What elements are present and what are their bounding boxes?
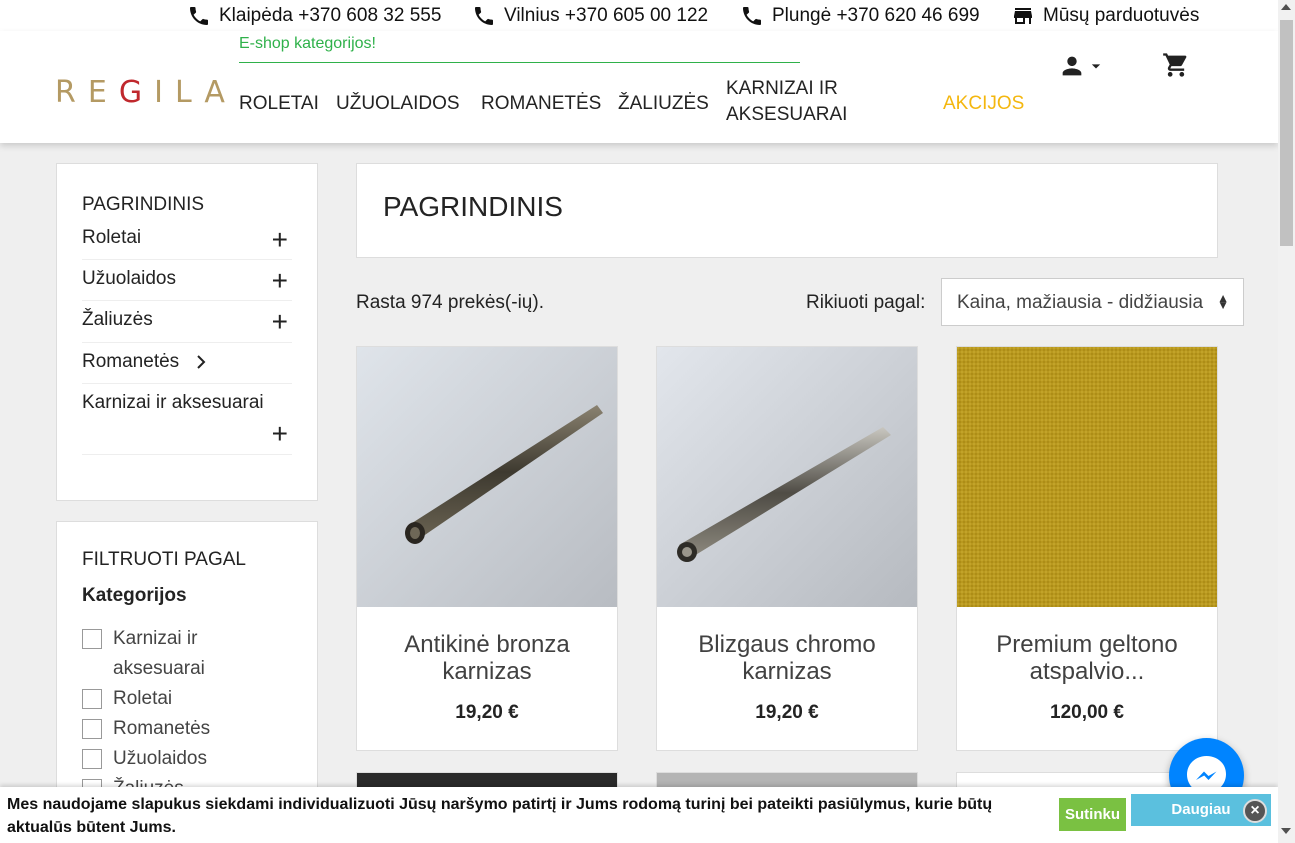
contact-vilnius[interactable]: Vilnius +370 605 00 122 [472,4,708,28]
logo-letter: R [55,75,88,110]
site-header: REGILA E-shop kategorijos! ROLETAI UŽUOL… [0,31,1278,143]
logo-letter: I [154,75,175,110]
page-title: PAGRINDINIS [383,191,563,222]
sidebar-item-uzuolaidos[interactable]: Užuolaidos + [82,267,292,301]
nav-roletai[interactable]: ROLETAI [239,91,319,117]
sidebar-item-roletai[interactable]: Roletai + [82,226,292,260]
chevron-right-icon[interactable] [194,354,208,370]
phone-icon [190,7,208,25]
cookie-text: Mes naudojame slapukus siekdami individu… [7,796,993,836]
plus-icon[interactable]: + [272,267,288,295]
nav-uzuolaidos[interactable]: UŽUOLAIDOS [336,91,460,117]
regila-logo[interactable]: REGILA [55,75,237,110]
product-image[interactable] [357,347,617,607]
product-price: 120,00 € [1050,702,1124,723]
logo-letter: E [87,75,119,110]
phone-icon [743,7,761,25]
product-name[interactable]: Antikinė bronza karnizas [367,631,607,685]
filter-group-title: Kategorijos [82,585,187,606]
sidebar-item-label: Romanetės [82,351,180,372]
product-card[interactable]: Premium geltono atspalvio... 120,00 € [956,346,1218,751]
filter-label: Karnizai ir aksesuarai [113,628,205,679]
checkbox[interactable] [82,749,102,769]
eshop-categories-label[interactable]: E-shop kategorijos! [239,35,800,63]
sidebar-item-romanetes[interactable]: Romanetės [82,351,292,384]
sidebar-item-label: Karnizai ir aksesuarai [82,392,264,413]
filter-label: Romanetės [113,718,211,739]
plus-icon[interactable]: + [272,226,288,254]
sidebar-item-label: Žaliuzės [82,309,153,330]
product-name[interactable]: Blizgaus chromo karnizas [667,631,907,685]
product-name[interactable]: Premium geltono atspalvio... [967,631,1207,685]
logo-letter: L [174,75,205,110]
product-card[interactable]: Blizgaus chromo karnizas 19,20 € [656,346,918,751]
sort-select[interactable]: Kaina, mažiausia - didžiausia ▲ ▼ [941,278,1244,326]
contact-bar: Klaipėda +370 608 32 555 Vilnius +370 60… [0,0,1278,31]
account-menu[interactable] [1058,52,1106,80]
user-icon [1062,56,1082,76]
contact-label: Plungė +370 620 46 699 [772,5,980,26]
cart-button[interactable] [1162,51,1190,84]
caret-down-icon [1091,64,1101,69]
sidebar-item-karnizai[interactable]: Karnizai ir aksesuarai + [82,392,292,455]
filter-karnizai[interactable]: Karnizai ir aksesuarai [82,624,222,684]
scroll-up-icon[interactable] [1281,4,1291,10]
logo-letter: G [118,75,155,110]
sort-label: Rikiuoti pagal: [806,292,926,313]
phone-icon [475,7,493,25]
contact-plunge[interactable]: Plungė +370 620 46 699 [740,4,980,28]
nav-romanetes[interactable]: ROMANETĖS [481,91,601,117]
contact-klaipeda[interactable]: Klaipėda +370 608 32 555 [187,4,441,28]
filter-roletai[interactable]: Roletai [82,684,172,714]
scroll-down-icon[interactable] [1281,828,1291,834]
product-price: 19,20 € [755,702,819,723]
stores-label: Mūsų parduotuvės [1043,5,1200,26]
filter-label: Roletai [113,688,173,709]
filter-title: FILTRUOTI PAGAL [82,549,246,570]
checkbox[interactable] [82,629,102,649]
checkbox[interactable] [82,689,102,709]
sidebar-item-label: Užuolaidos [82,268,176,289]
contact-label: Vilnius +370 605 00 122 [504,5,709,26]
sidebar-title[interactable]: PAGRINDINIS [82,194,204,216]
filter-label: Užuolaidos [113,748,207,769]
sidebar-item-zaliuzes[interactable]: Žaliuzės + [82,308,292,343]
plus-icon[interactable]: + [272,420,288,448]
stores-link[interactable]: Mūsų parduotuvės [1011,4,1199,28]
product-image[interactable] [957,347,1217,607]
product-count: Rasta 974 prekės(-ių). [356,292,544,313]
filter-uzuolaidos[interactable]: Užuolaidos [82,744,207,774]
sort-value: Kaina, mažiausia - didžiausia [957,292,1204,313]
store-icon [1014,8,1032,24]
sidebar-item-label: Roletai [82,227,142,248]
cookie-agree-button[interactable]: Sutinku [1059,798,1126,831]
nav-zaliuzes[interactable]: ŽALIUZĖS [618,91,709,117]
scrollbar-thumb[interactable] [1280,20,1293,246]
close-icon[interactable]: × [1243,799,1267,823]
product-card[interactable]: Antikinė bronza karnizas 19,20 € [356,346,618,751]
cart-icon [1163,53,1187,77]
logo-letter: A [204,75,237,110]
product-price: 19,20 € [455,702,519,723]
filter-romanetes[interactable]: Romanetės [82,714,210,744]
nav-karnizai[interactable]: KARNIZAI IR AKSESUARAI [726,76,876,128]
plus-icon[interactable]: + [272,308,288,336]
sort-arrows-icon: ▲ ▼ [1217,291,1229,312]
contact-label: Klaipėda +370 608 32 555 [219,5,442,26]
product-image[interactable] [657,347,917,607]
nav-akcijos[interactable]: AKCIJOS [943,91,1024,117]
checkbox[interactable] [82,719,102,739]
cookie-banner: Mes naudojame slapukus siekdami individu… [0,787,1278,843]
